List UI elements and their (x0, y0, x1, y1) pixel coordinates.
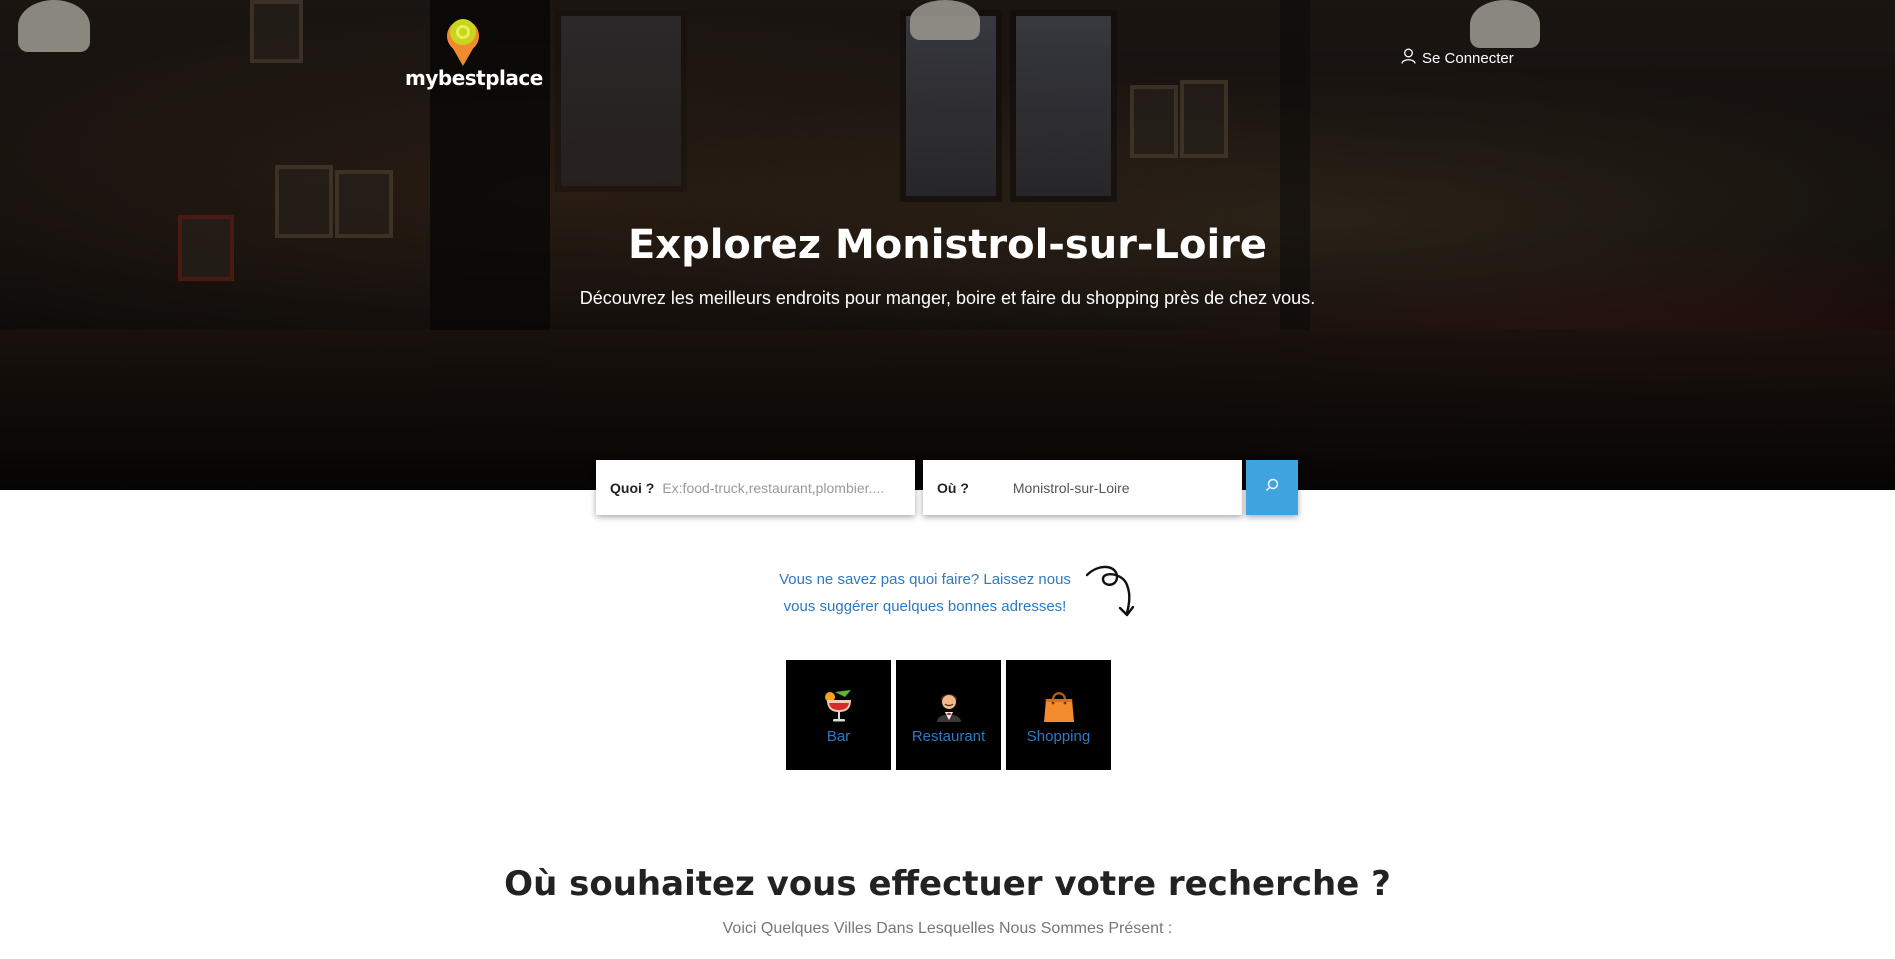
curly-arrow-icon (1083, 563, 1139, 626)
where-search-field[interactable]: Où ? (923, 460, 1242, 515)
login-link[interactable]: Se Connecter (1401, 48, 1514, 68)
cities-section-title: Où souhaitez vous effectuer votre recher… (504, 864, 1391, 904)
user-icon (1401, 48, 1416, 68)
suggestion-line-2: vous suggérer quelques bonnes adresses! (783, 598, 1067, 615)
category-label: Bar (826, 728, 851, 745)
suggestion-line-1: Vous ne savez pas quoi faire? Laissez no… (779, 571, 1071, 588)
category-bar[interactable]: Bar (786, 660, 891, 770)
suggestion-text: Vous ne savez pas quoi faire? Laissez no… (760, 566, 1090, 620)
login-label: Se Connecter (1422, 49, 1514, 67)
shopping-bag-icon (1041, 688, 1077, 724)
what-label: Quoi ? (610, 479, 655, 496)
category-restaurant[interactable]: Restaurant (896, 660, 1001, 770)
logo-pin-icon (443, 16, 483, 66)
site-logo[interactable]: mybestplace (405, 16, 543, 90)
cities-section-subtitle: Voici Quelques Villes Dans Lesquelles No… (722, 920, 1173, 937)
cocktail-icon (821, 688, 857, 724)
category-label: Shopping (1026, 728, 1091, 745)
where-input[interactable] (1010, 478, 1242, 497)
search-icon (1264, 477, 1280, 498)
what-input[interactable] (660, 478, 915, 497)
what-search-field[interactable]: Quoi ? (596, 460, 915, 515)
waiter-icon (931, 688, 967, 724)
logo-wordmark: mybestplace (405, 66, 543, 90)
category-label: Restaurant (911, 728, 986, 745)
hero-title: Explorez Monistrol-sur-Loire (627, 222, 1268, 268)
where-label: Où ? (937, 479, 969, 496)
search-button[interactable] (1246, 460, 1298, 515)
category-shopping[interactable]: Shopping (1006, 660, 1111, 770)
hero-subtitle: Découvrez les meilleurs endroits pour ma… (579, 288, 1316, 308)
